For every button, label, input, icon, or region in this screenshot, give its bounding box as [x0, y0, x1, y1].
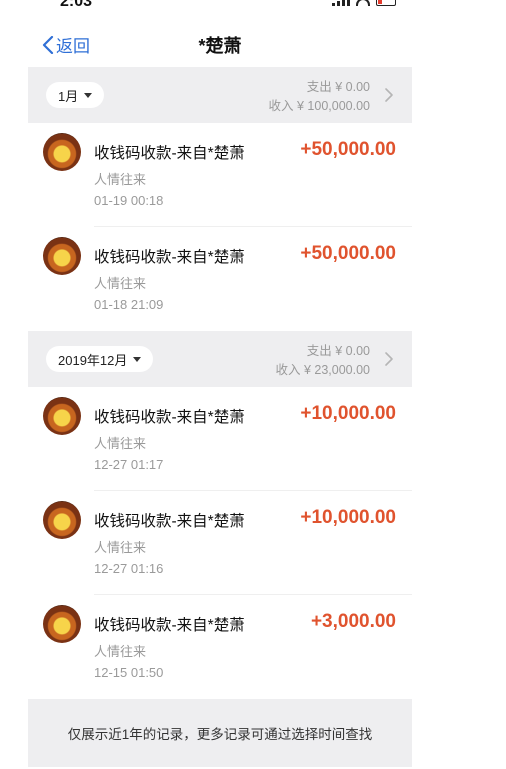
transaction-row[interactable]: 收钱码收款-来自*楚萧 人情往来 01-19 00:18 +50,000.00 — [28, 123, 412, 227]
wifi-icon — [356, 0, 370, 6]
transaction-category: 人情往来 — [94, 644, 147, 659]
avatar — [43, 397, 81, 435]
transaction-time: 01-18 21:09 — [94, 297, 164, 312]
transaction-time: 12-27 01:16 — [94, 561, 164, 576]
expense-total: 支出 ¥ 0.00 — [306, 344, 370, 358]
battery-icon — [376, 0, 396, 6]
chevron-right-icon[interactable] — [384, 351, 394, 367]
avatar — [43, 501, 81, 539]
month-selector[interactable]: 1月 — [46, 82, 105, 108]
caret-down-icon — [84, 92, 93, 98]
chevron-right-icon[interactable] — [384, 87, 394, 103]
month-label: 2019年12月 — [58, 352, 128, 368]
avatar — [43, 605, 81, 643]
status-icons — [332, 0, 396, 6]
transaction-amount: +50,000.00 — [300, 139, 396, 160]
avatar — [43, 133, 81, 171]
month-selector[interactable]: 2019年12月 — [46, 346, 154, 372]
transaction-title: 收钱码收款-来自*楚萧 — [94, 513, 245, 530]
transaction-title: 收钱码收款-来自*楚萧 — [94, 409, 245, 426]
transaction-category: 人情往来 — [94, 540, 147, 555]
signal-icon — [332, 0, 350, 6]
transaction-row[interactable]: 收钱码收款-来自*楚萧 人情往来 12-27 01:16 +10,000.00 — [28, 491, 412, 595]
transaction-category: 人情往来 — [94, 172, 147, 187]
month-summary: 支出 ¥ 0.00 收入 ¥ 23,000.00 — [275, 342, 370, 380]
avatar — [43, 237, 81, 275]
transaction-title: 收钱码收款-来自*楚萧 — [94, 617, 245, 634]
transaction-amount: +10,000.00 — [300, 507, 396, 528]
month-header: 1月 支出 ¥ 0.00 收入 ¥ 100,000.00 — [28, 67, 412, 123]
transaction-amount: +50,000.00 — [300, 243, 396, 264]
transaction-amount: +3,000.00 — [310, 611, 396, 632]
transaction-title: 收钱码收款-来自*楚萧 — [94, 145, 245, 162]
footer-note: 仅展示近1年的记录，更多记录可通过选择时间查找 — [28, 699, 412, 767]
month-summary: 支出 ¥ 0.00 收入 ¥ 100,000.00 — [269, 78, 370, 116]
records-list: 1月 支出 ¥ 0.00 收入 ¥ 100,000.00 收钱码收款-来自*楚萧… — [28, 67, 412, 767]
transaction-row[interactable]: 收钱码收款-来自*楚萧 人情往来 12-27 01:17 +10,000.00 — [28, 387, 412, 491]
page-title: *楚萧 — [198, 36, 242, 56]
income-total: 收入 ¥ 100,000.00 — [268, 99, 370, 113]
transaction-row[interactable]: 收钱码收款-来自*楚萧 人情往来 01-18 21:09 +50,000.00 — [28, 227, 412, 331]
transaction-row[interactable]: 收钱码收款-来自*楚萧 人情往来 12-15 01:50 +3,000.00 — [28, 595, 412, 699]
status-bar: 2:03 — [28, 0, 412, 18]
status-time: 2:03 — [60, 0, 93, 10]
transaction-time: 01-19 00:18 — [94, 193, 164, 208]
month-header: 2019年12月 支出 ¥ 0.00 收入 ¥ 23,000.00 — [28, 331, 412, 387]
nav-bar: 返回 *楚萧 — [28, 22, 412, 66]
transaction-time: 12-27 01:17 — [94, 457, 164, 472]
transaction-title: 收钱码收款-来自*楚萧 — [94, 249, 245, 266]
transaction-category: 人情往来 — [94, 436, 147, 451]
transaction-time: 12-15 01:50 — [94, 665, 164, 680]
transaction-category: 人情往来 — [94, 276, 147, 291]
expense-total: 支出 ¥ 0.00 — [306, 80, 370, 94]
transaction-amount: +10,000.00 — [300, 403, 396, 424]
income-total: 收入 ¥ 23,000.00 — [275, 363, 370, 377]
caret-down-icon — [133, 356, 142, 362]
month-label: 1月 — [58, 88, 79, 104]
app: 2:03 返回 *楚萧 1月 支出 ¥ 0.00 收入 ¥ 100,000.00… — [28, 0, 412, 769]
